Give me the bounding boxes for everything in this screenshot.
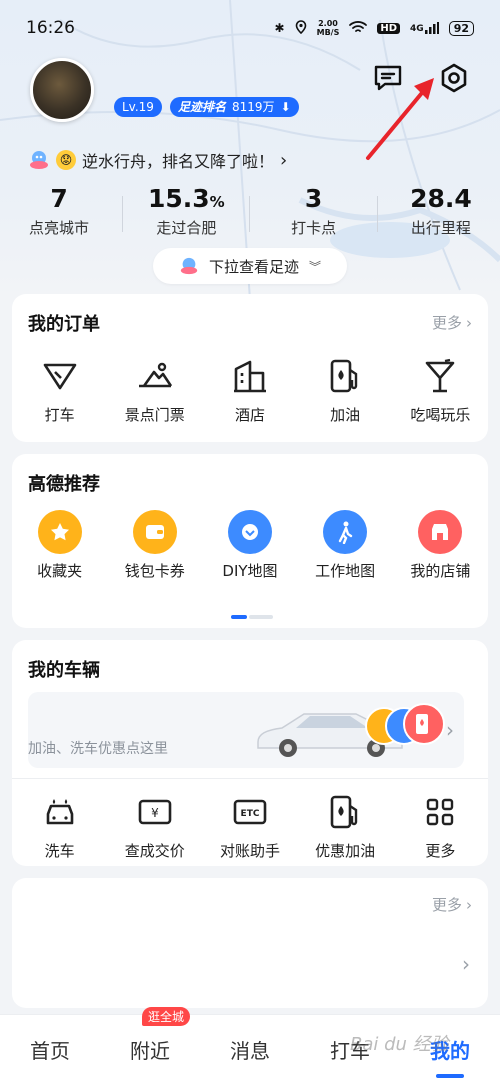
recommend-diy-map[interactable]: DIY地图 <box>204 510 296 581</box>
nav-home[interactable]: 首页 <box>0 1035 100 1064</box>
rank-label: 足迹排名 <box>178 100 227 114</box>
sad-face-icon: 😟 <box>56 150 76 170</box>
stats-row: 7 点亮城市 15.3% 走过合肥 3 打卡点 28.4 出行里程 <box>0 184 500 244</box>
chevron-right-icon[interactable]: › <box>462 952 470 976</box>
rank-badge[interactable]: 足迹排名 8119万 ⬇ <box>170 97 299 117</box>
settings-button[interactable] <box>436 60 472 96</box>
recommend-work-map[interactable]: 工作地图 <box>299 510 391 581</box>
battery-indicator: 92 <box>448 20 474 36</box>
vehicle-title: 我的车辆 <box>28 660 100 681</box>
stat-mileage[interactable]: 28.4 出行里程 <box>386 184 496 244</box>
hotel-icon <box>233 360 266 393</box>
order-fuel[interactable]: 加油 <box>299 356 391 425</box>
location-icon <box>295 19 307 37</box>
walker-icon <box>323 510 368 554</box>
stat-checkins[interactable]: 3 打卡点 <box>259 184 369 244</box>
chevron-right-icon: › <box>446 718 454 742</box>
order-hotel[interactable]: 酒店 <box>204 356 296 425</box>
grid-icon <box>427 798 454 826</box>
order-taxi[interactable]: 打车 <box>14 356 106 425</box>
level-badge[interactable]: Lv.19 <box>114 97 162 117</box>
annotation-arrow-icon <box>366 78 434 160</box>
status-time: 16:26 <box>26 18 75 38</box>
car-wash-icon <box>46 799 73 825</box>
vehicle-car-wash[interactable]: 洗车 <box>14 792 106 861</box>
vehicle-more[interactable]: 更多 <box>394 792 486 861</box>
etc-icon: ETC <box>233 799 267 825</box>
signal-icon: 4G <box>410 22 439 34</box>
extra-card: 更多 › › <box>12 878 488 1008</box>
stat-cities[interactable]: 7 点亮城市 <box>4 184 114 244</box>
recommend-card: 高德推荐 收藏夹 钱包卡券 DIY地图 工作地图 我的店铺 <box>12 454 488 628</box>
vehicle-etc-assistant[interactable]: ETC 对账助手 <box>204 792 296 861</box>
recommend-title: 高德推荐 <box>28 474 100 495</box>
rank-value: 8119万 <box>232 100 275 114</box>
wifi-icon <box>349 20 368 37</box>
stat-city-percent[interactable]: 15.3% 走过合肥 <box>131 184 241 244</box>
arrow-down-icon: ⬇ <box>280 100 291 114</box>
mascot-icon <box>30 151 48 169</box>
vehicle-price-check[interactable]: ¥ 查成交价 <box>109 792 201 861</box>
star-icon <box>37 510 82 554</box>
drink-icon <box>426 358 455 393</box>
active-indicator <box>436 1074 464 1078</box>
settings-hexagon-icon <box>441 63 467 93</box>
svg-text:¥: ¥ <box>151 806 159 820</box>
vehicle-promo-banner[interactable]: 加油、洗车优惠点这里 › <box>28 692 464 768</box>
extra-more-link[interactable]: 更多 › <box>432 894 472 915</box>
vehicle-banner-text: 加油、洗车优惠点这里 <box>28 741 168 757</box>
rank-message-text: 逆水行舟，排名又降了啦！ <box>82 152 275 171</box>
vehicle-card: 我的车辆 加油、洗车优惠点这里 › 洗车 ¥ 查成交价 ETC 对账助手 优惠加… <box>12 640 488 866</box>
chevron-right-icon: › <box>466 313 472 332</box>
pull-down-footprint-button[interactable]: 下拉查看足迹 ︾ <box>153 248 347 284</box>
orders-card: 我的订单 更多 › 打车 景点门票 酒店 加油 吃喝玩乐 <box>12 294 488 442</box>
wallet-icon <box>132 510 177 554</box>
recommend-my-shop[interactable]: 我的店铺 <box>394 510 486 581</box>
recommend-favorites[interactable]: 收藏夹 <box>14 510 106 581</box>
order-food-fun[interactable]: 吃喝玩乐 <box>394 356 486 425</box>
hd-badge: HD <box>377 22 401 34</box>
status-bar: 16:26 ✱ 2.00 MB/S HD 4G 92 <box>0 0 500 56</box>
orders-more-link[interactable]: 更多 › <box>432 312 472 333</box>
fuel-icon <box>330 359 358 393</box>
svg-text:ETC: ETC <box>241 809 260 819</box>
scenic-icon <box>138 362 172 388</box>
shop-icon <box>418 510 463 554</box>
chevron-right-icon: › <box>466 895 472 914</box>
watermark: Bai du 经验 <box>350 1034 449 1055</box>
car-illustration-icon <box>257 703 445 757</box>
price-icon: ¥ <box>138 799 172 825</box>
page-indicator <box>231 615 273 619</box>
diy-map-icon <box>227 510 272 554</box>
avatar[interactable] <box>30 58 94 122</box>
pull-hint-text: 下拉查看足迹 <box>208 257 299 276</box>
bluetooth-icon: ✱ <box>274 21 285 35</box>
double-chevron-down-icon: ︾ <box>309 259 322 274</box>
fuel-icon <box>330 795 358 829</box>
rank-message[interactable]: 😟 逆水行舟，排名又降了啦！ › <box>28 148 287 172</box>
chevron-right-icon: › <box>280 149 288 171</box>
order-scenic-tickets[interactable]: 景点门票 <box>109 356 201 425</box>
network-speed: 2.00 MB/S <box>316 19 340 37</box>
nav-messages[interactable]: 消息 <box>200 1035 300 1064</box>
mascot-icon <box>180 257 198 275</box>
taxi-icon <box>43 363 76 390</box>
vehicle-discount-fuel[interactable]: 优惠加油 <box>299 792 391 861</box>
recommend-wallet[interactable]: 钱包卡券 <box>109 510 201 581</box>
orders-title: 我的订单 <box>28 314 100 335</box>
nav-badge: 逛全城 <box>142 1007 191 1026</box>
nav-nearby[interactable]: 附近 逛全城 <box>100 1007 200 1064</box>
